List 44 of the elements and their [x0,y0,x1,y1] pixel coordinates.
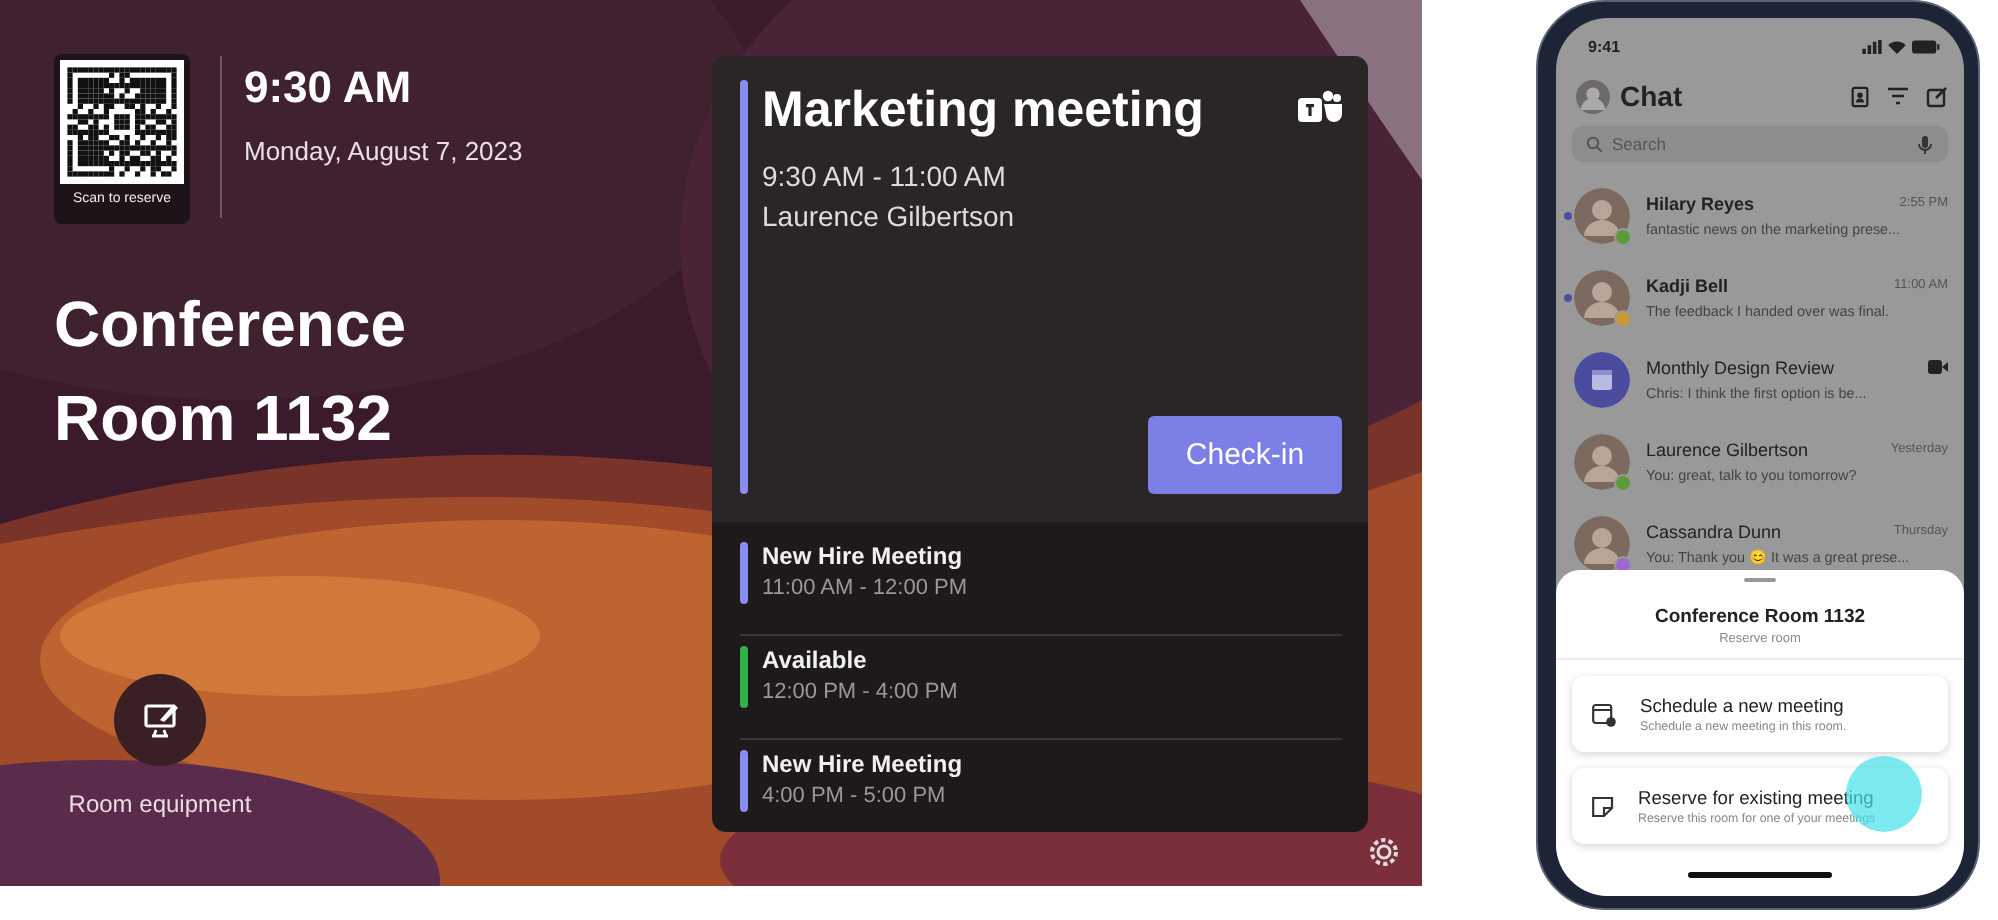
chat-name: Cassandra Dunn [1646,521,1782,541]
avatar [1574,187,1630,243]
event-title: New Hire Meeting [762,750,963,780]
signal-icon [1862,39,1882,53]
chat-name: Laurence Gilbertson [1646,439,1809,459]
button-label: Room equipment [68,790,252,818]
room-name: Conference Room 1132 [54,286,409,458]
calendar-icon [1592,701,1616,727]
microphone-icon[interactable] [1918,135,1932,153]
monitor-pen-icon [141,702,179,738]
meeting-title: Marketing meeting [762,80,1204,140]
meeting-organizer: Laurence Gilbertson [762,200,1017,232]
settings-icon[interactable] [1368,836,1400,868]
qr-code [60,60,184,184]
screen-title: Chat [1620,80,1685,112]
event-time: 11:00 AM - 12:00 PM [762,576,968,600]
chat-name: Monthly Design Review [1646,357,1835,377]
search-icon [1586,136,1602,152]
meeting-time: 9:30 AM - 11:00 AM [762,160,1008,192]
search-field[interactable]: Search [1572,126,1948,162]
event-title: New Hire Meeting [762,542,965,572]
chat-name: Kadji Bell [1646,275,1729,295]
check-in-button[interactable]: Check-in [1148,416,1342,494]
date-label: Monday, August 7, 2023 [244,136,523,166]
filter-icon[interactable] [1888,85,1908,105]
contact-book-icon[interactable] [1850,85,1870,107]
sheet-title: Conference Room 1132 [1654,606,1866,628]
wifi-icon [1888,39,1906,53]
note-icon [1592,795,1614,817]
compose-icon[interactable] [1926,85,1948,107]
avatar [1574,433,1630,489]
drag-handle[interactable] [1744,578,1776,582]
battery-icon [1912,39,1940,53]
video-camera-icon [1928,356,1948,378]
avatar [1574,269,1630,325]
avatar [1574,515,1630,571]
event-time: 4:00 PM - 5:00 PM [762,784,948,808]
status-time: 9:41 [1588,37,1621,55]
event-title: Available [762,646,869,676]
chat-name: Hilary Reyes [1646,193,1755,213]
meeting-avatar [1574,351,1630,407]
event-time: 12:00 PM - 4:00 PM [762,680,958,704]
clock-time: 9:30 AM [244,62,414,114]
app-logo-icon [1298,88,1342,128]
